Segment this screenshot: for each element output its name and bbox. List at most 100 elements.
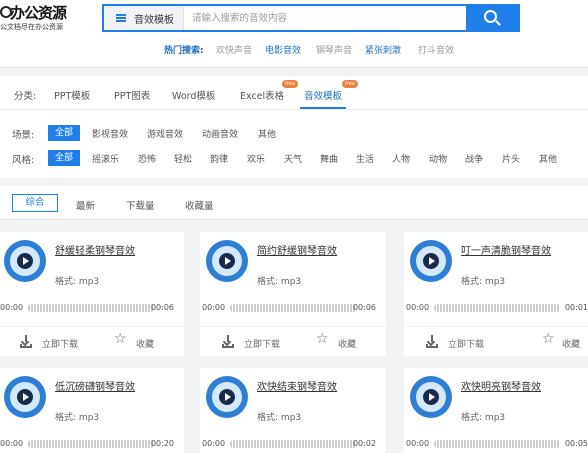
tab-sound-template[interactable]: 音效模板 — [304, 88, 342, 102]
search-category-label: 音效模板 — [134, 15, 174, 26]
hot-search-tag[interactable]: 欢快声音 — [216, 43, 252, 56]
sound-card[interactable]: 欢快结束钢琴音效 格式: mp3 00:00 00:02 — [200, 368, 386, 453]
sound-card[interactable]: 简约舒缓钢琴音效 格式: mp3 00:00 00:06 立即下载 ☆ 收藏 — [200, 232, 386, 356]
card-title[interactable]: 叮一声清脆钢琴音效 — [461, 242, 551, 257]
hot-search-label: 热门搜索: — [164, 46, 204, 56]
time-current: 00:00 — [406, 303, 430, 312]
logo-subtitle: 公文档尽在办公资源 — [0, 23, 63, 31]
category-label: 分类: — [14, 91, 37, 102]
sound-card[interactable]: 舒缓轻柔钢琴音效 格式: mp3 00:00 00:06 立即下载 ☆ 收藏 — [0, 232, 184, 356]
style-option[interactable]: 欢乐 — [247, 152, 265, 165]
time-current: 00:00 — [0, 303, 24, 312]
hot-search-tag[interactable]: 电影音效 — [265, 43, 301, 56]
favorite-button[interactable]: 收藏 — [136, 337, 154, 350]
play-button[interactable] — [206, 376, 248, 418]
style-option[interactable]: 生活 — [356, 152, 374, 165]
tab-excel-table[interactable]: Excel表格 — [240, 88, 284, 102]
style-option[interactable]: 天气 — [284, 152, 302, 165]
site-header: 办公资源 公文档尽在办公资源 音效模板 热门搜索: 欢快声音 电影音效 钢琴声音… — [0, 0, 588, 68]
hot-search-tag[interactable]: 钢琴声音 — [316, 43, 352, 56]
waveform-progress[interactable] — [230, 440, 356, 448]
download-button[interactable]: 立即下载 — [448, 337, 484, 350]
filter-panel: 分类: PPT模板 PPT图表 Word模板 Excel表格 free 音效模板… — [0, 76, 588, 178]
favorite-button[interactable]: 收藏 — [562, 337, 580, 350]
scene-option[interactable]: 其他 — [258, 127, 276, 140]
style-option[interactable]: 恐怖 — [138, 152, 156, 165]
time-current: 00:00 — [202, 303, 226, 312]
style-option[interactable]: 片头 — [502, 152, 520, 165]
sound-card[interactable]: 欢快明亮钢琴音效 格式: mp3 00:00 00:05 — [404, 368, 588, 453]
sound-card[interactable]: 叮一声清脆钢琴音效 格式: mp3 00:00 00:01 立即下载 ☆ 收藏 — [404, 232, 588, 356]
play-icon — [429, 257, 435, 265]
favorite-button[interactable]: 收藏 — [338, 337, 356, 350]
card-title[interactable]: 舒缓轻柔钢琴音效 — [55, 242, 135, 257]
style-option[interactable]: 战争 — [465, 152, 483, 165]
play-button[interactable] — [410, 240, 452, 282]
sort-option[interactable]: 收藏量 — [185, 198, 214, 212]
search-button[interactable] — [466, 4, 520, 32]
download-button[interactable]: 立即下载 — [244, 337, 280, 350]
card-format: 格式: mp3 — [257, 413, 302, 423]
tab-word-template[interactable]: Word模板 — [172, 88, 215, 102]
sort-option[interactable]: 下载量 — [126, 198, 155, 212]
play-icon — [225, 257, 231, 265]
free-badge: free — [342, 80, 358, 88]
download-button[interactable]: 立即下载 — [42, 337, 78, 350]
card-title[interactable]: 简约舒缓钢琴音效 — [257, 242, 337, 257]
play-button[interactable] — [410, 376, 452, 418]
scene-filter: 场景: 全部 影视音效 游戏音效 动画音效 其他 — [0, 125, 588, 141]
active-tab-indicator — [300, 107, 346, 109]
style-option[interactable]: 人物 — [392, 152, 410, 165]
style-option[interactable]: 摇滚乐 — [92, 152, 119, 165]
logo-title: 办公资源 — [10, 4, 67, 22]
star-icon: ☆ — [114, 331, 127, 347]
style-option-all[interactable]: 全部 — [48, 150, 80, 166]
style-option[interactable]: 轻松 — [174, 152, 192, 165]
card-title[interactable]: 欢快结束钢琴音效 — [257, 378, 337, 393]
hot-search-tag[interactable]: 紧张刺激 — [365, 43, 401, 56]
scene-label: 场景: — [12, 130, 35, 141]
sort-option[interactable]: 最新 — [76, 198, 95, 212]
play-icon — [225, 393, 231, 401]
play-button[interactable] — [4, 240, 46, 282]
sort-option-active[interactable]: 综合 — [12, 194, 58, 212]
download-icon — [20, 335, 32, 348]
scene-option[interactable]: 动画音效 — [202, 127, 238, 140]
search-input[interactable] — [192, 8, 462, 28]
tab-ppt-chart[interactable]: PPT图表 — [114, 88, 150, 102]
hot-search-tag[interactable]: 打斗音效 — [418, 43, 454, 56]
search-category-dropdown[interactable]: 音效模板 — [104, 6, 184, 30]
card-format: 格式: mp3 — [461, 277, 506, 287]
time-duration: 00:01 — [564, 303, 588, 312]
card-title[interactable]: 欢快明亮钢琴音效 — [461, 378, 541, 393]
category-tabs: 分类: PPT模板 PPT图表 Word模板 Excel表格 free 音效模板… — [0, 76, 588, 110]
card-title[interactable]: 低沉磅礴钢琴音效 — [55, 378, 135, 393]
card-format: 格式: mp3 — [55, 413, 100, 423]
play-icon — [429, 393, 435, 401]
play-button[interactable] — [4, 376, 46, 418]
time-duration: 00:20 — [150, 439, 174, 448]
waveform-progress[interactable] — [28, 304, 154, 312]
style-option[interactable]: 舞曲 — [320, 152, 338, 165]
scene-option[interactable]: 影视音效 — [92, 127, 128, 140]
site-logo[interactable]: 办公资源 公文档尽在办公资源 — [0, 2, 70, 32]
download-icon — [222, 335, 234, 348]
menu-icon — [116, 14, 126, 22]
play-button[interactable] — [206, 240, 248, 282]
style-option[interactable]: 韵律 — [210, 152, 228, 165]
waveform-progress[interactable] — [434, 440, 560, 448]
scene-option[interactable]: 游戏音效 — [147, 127, 183, 140]
style-option[interactable]: 动物 — [429, 152, 447, 165]
scene-option-all[interactable]: 全部 — [48, 125, 80, 141]
time-duration: 00:06 — [150, 303, 174, 312]
card-format: 格式: mp3 — [461, 413, 506, 423]
sound-card[interactable]: 低沉磅礴钢琴音效 格式: mp3 00:00 00:20 — [0, 368, 184, 453]
tab-ppt-template[interactable]: PPT模板 — [54, 88, 90, 102]
waveform-progress[interactable] — [28, 440, 154, 448]
waveform-progress[interactable] — [434, 304, 560, 312]
download-icon — [426, 335, 438, 348]
style-option[interactable]: 其他 — [539, 152, 557, 165]
waveform-progress[interactable] — [230, 304, 356, 312]
card-format: 格式: mp3 — [257, 277, 302, 287]
card-format: 格式: mp3 — [55, 277, 100, 287]
